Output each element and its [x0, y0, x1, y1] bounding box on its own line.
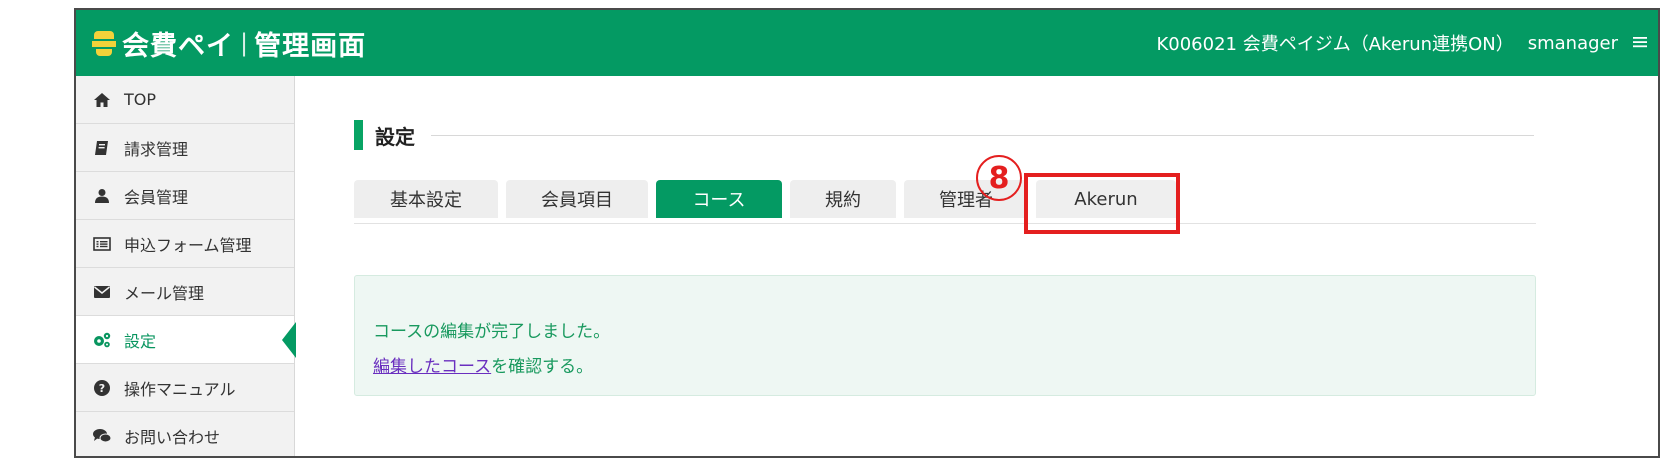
- question-icon: ?: [92, 378, 112, 398]
- step-number-badge: 8: [976, 155, 1022, 201]
- tab-basic-settings[interactable]: 基本設定: [354, 180, 498, 218]
- success-notice: コースの編集が完了しました。 編集したコースを確認する。: [354, 275, 1536, 396]
- list-icon: [92, 234, 112, 254]
- section-divider: [431, 134, 1534, 136]
- sidebar-item-label: 会員管理: [124, 187, 189, 207]
- notice-message: コースの編集が完了しました。: [373, 322, 611, 342]
- chat-icon: [92, 426, 112, 446]
- top-header: 会費ペイ | 管理画面 K006021 会費ペイジム（Akerun連携ON） s…: [76, 10, 1658, 76]
- logo-separator: |: [240, 29, 249, 57]
- home-icon: [92, 90, 112, 110]
- sidebar-item-billing[interactable]: 請求管理: [76, 124, 294, 172]
- tab-terms[interactable]: 規約: [790, 180, 896, 218]
- sidebar-item-label: 申込フォーム管理: [124, 235, 252, 255]
- tab-course[interactable]: コース: [656, 180, 782, 218]
- app-title: 会費ペイ: [122, 30, 234, 62]
- sidebar-item-label: 操作マニュアル: [124, 379, 236, 399]
- step-circle: [976, 155, 1022, 201]
- username[interactable]: smanager: [1528, 33, 1618, 54]
- user-icon: [92, 186, 112, 206]
- envelope-icon: [92, 282, 112, 302]
- sidebar-item-contact[interactable]: お問い合わせ: [76, 412, 294, 456]
- app-logo[interactable]: 会費ペイ | 管理画面: [76, 10, 366, 76]
- page-title: 設定: [375, 124, 415, 149]
- section-accent-bar: [354, 120, 363, 150]
- sidebar-item-label: 設定: [124, 331, 157, 351]
- tab-member-fields[interactable]: 会員項目: [506, 180, 648, 218]
- sidebar-item-manual[interactable]: ? 操作マニュアル: [76, 364, 294, 412]
- section-header: 設定: [354, 120, 1534, 150]
- account-info: K006021 会費ペイジム（Akerun連携ON）: [1156, 34, 1514, 55]
- edited-course-link[interactable]: 編集したコース: [373, 357, 491, 377]
- sidebar-item-label: メール管理: [124, 283, 205, 303]
- notice-link-line: 編集したコースを確認する。: [373, 352, 593, 377]
- app-window: 会費ペイ | 管理画面 K006021 会費ペイジム（Akerun連携ON） s…: [74, 8, 1660, 458]
- logo-mark-icon: [92, 29, 116, 57]
- sidebar-item-members[interactable]: 会員管理: [76, 172, 294, 220]
- sidebar-item-label: 請求管理: [124, 139, 189, 159]
- book-icon: [92, 138, 112, 158]
- sidebar-item-label: TOP: [124, 90, 157, 109]
- gears-icon: [92, 330, 112, 350]
- svg-text:?: ?: [99, 382, 105, 395]
- sidebar-item-forms[interactable]: 申込フォーム管理: [76, 220, 294, 268]
- sidebar-item-top[interactable]: TOP: [76, 76, 294, 124]
- hamburger-icon[interactable]: [1632, 31, 1648, 56]
- sidebar-item-settings[interactable]: 設定: [76, 316, 296, 364]
- active-indicator: [282, 322, 296, 358]
- highlight-box: [1024, 173, 1180, 234]
- sidebar-item-label: お問い合わせ: [124, 427, 221, 447]
- settings-tabs: 基本設定 会員項目 コース 規約 管理者 Akerun: [354, 180, 1536, 224]
- header-account: K006021 会費ペイジム（Akerun連携ON） smanager: [1156, 30, 1658, 56]
- sidebar-item-mail[interactable]: メール管理: [76, 268, 294, 316]
- notice-link-suffix: を確認する。: [491, 357, 594, 377]
- main-content: 設定 基本設定 会員項目 コース 規約 管理者 Akerun 8 コースの編集が…: [296, 76, 1658, 456]
- sidebar: TOP 請求管理 会員管理 申込フォーム管理 メール管理 設定 ? 操作マニュア…: [76, 76, 296, 456]
- app-section-title: 管理画面: [254, 30, 367, 62]
